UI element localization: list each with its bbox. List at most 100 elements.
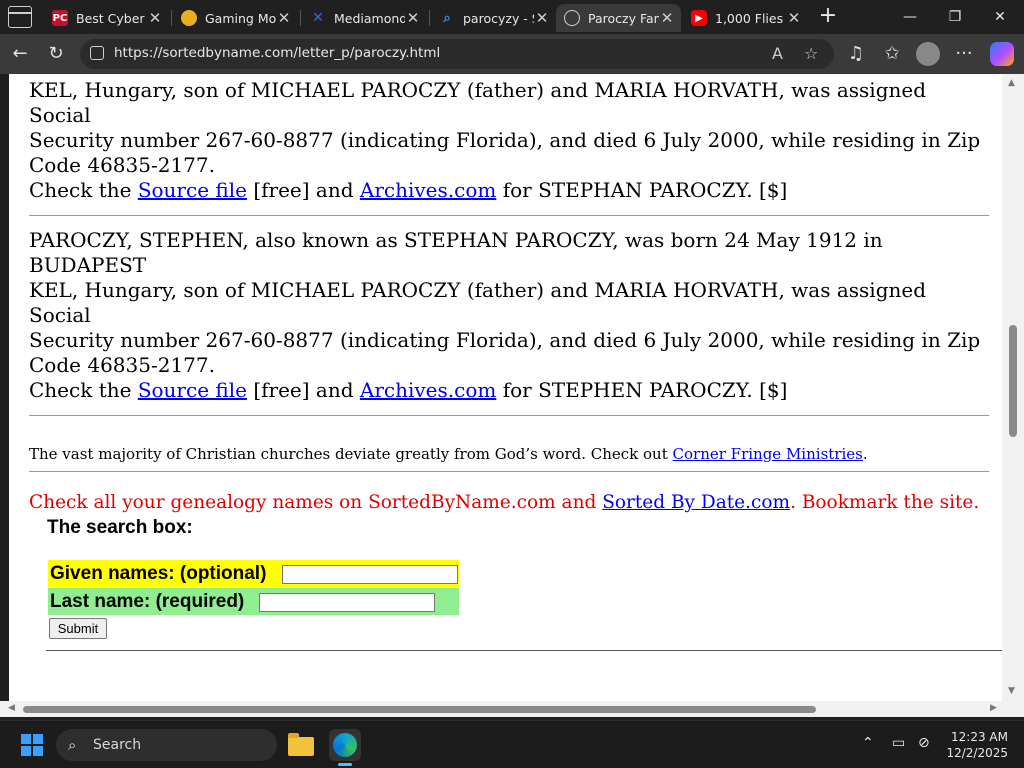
last-name-label: Last name: (required) (50, 591, 245, 612)
given-names-label: Given names: (optional) (50, 563, 267, 584)
back-button[interactable]: ← (8, 42, 32, 66)
restore-button[interactable]: ❐ (933, 4, 977, 30)
entry-stephen: PAROCZY, STEPHEN, also known as STEPHAN … (29, 228, 989, 403)
promo-prefix: Check all your genealogy names on Sorted… (29, 492, 603, 513)
close-icon[interactable]: ✕ (786, 9, 802, 27)
start-button[interactable] (21, 734, 43, 756)
corner-fringe-link[interactable]: Corner Fringe Ministries (673, 445, 863, 463)
tab-strip: PC Best Cyber M ✕ Gaming Mou ✕ ✕ Mediamo… (0, 0, 1024, 34)
close-icon[interactable]: ✕ (534, 9, 550, 27)
for-name-text: for STEPHAN PAROCZY. [$] (496, 178, 788, 202)
free-and-text: [free] and (246, 378, 360, 402)
web-page: KEL, Hungary, son of MICHAEL PAROCZY (fa… (9, 74, 1002, 701)
tab-paroczy-search[interactable]: ⌕ parocyzy - S ✕ (431, 4, 556, 32)
entry-line: KEL, Hungary, son of MICHAEL PAROCZY (fa… (29, 78, 927, 127)
copilot-icon[interactable] (990, 42, 1014, 66)
sorted-by-date-link[interactable]: Sorted By Date.com (602, 492, 790, 513)
favorite-star-icon[interactable]: ☆ (804, 44, 818, 63)
scroll-up-icon[interactable]: ▲ (1008, 78, 1015, 88)
close-icon[interactable]: ✕ (276, 9, 292, 27)
profile-avatar[interactable] (916, 42, 940, 66)
scroll-right-icon[interactable]: ▶ (990, 703, 997, 713)
close-icon[interactable]: ✕ (659, 9, 675, 27)
for-name-text: for STEPHEN PAROCZY. [$] (496, 378, 788, 402)
taskbar: ⌕ Search ⌃ ▭ ⊘ 12:23 AM 12/2/2025 (0, 720, 1024, 768)
favorites-icon[interactable]: ✩ (880, 42, 904, 66)
new-tab-button[interactable]: + (816, 4, 840, 30)
search-box-heading: The search box: (47, 517, 193, 538)
scrollbar-corner (1002, 701, 1024, 717)
promo-text: Check all your genealogy names on Sorted… (29, 491, 989, 515)
tab-actions-icon[interactable] (8, 6, 32, 28)
search-icon: ⌕ (443, 10, 451, 26)
divider (46, 650, 1002, 651)
reload-button[interactable]: ↻ (44, 42, 68, 66)
entry-check-line: Check the Source file [free] and Archive… (29, 378, 989, 403)
promo-end: . Bookmark the site. (790, 492, 980, 513)
check-prefix: Check the (29, 378, 138, 402)
entry-line: Code 46835-2177. (29, 153, 215, 177)
source-file-link[interactable]: Source file (138, 178, 247, 202)
entry-stephan: KEL, Hungary, son of MICHAEL PAROCZY (fa… (29, 78, 989, 203)
network-icon[interactable]: ⊘ (918, 735, 930, 751)
divider (29, 415, 989, 416)
horizontal-scrollbar[interactable]: ◀ ▶ (0, 701, 1002, 717)
divider (29, 215, 989, 216)
last-name-input[interactable] (259, 593, 435, 612)
tab-title: parocyzy - S (463, 10, 534, 26)
tab-title: Mediamond (334, 10, 405, 26)
tab-paroczy-family[interactable]: Paroczy Fam ✕ (556, 4, 681, 32)
given-names-input[interactable] (282, 565, 458, 584)
free-and-text: [free] and (246, 178, 360, 202)
scroll-left-icon[interactable]: ◀ (8, 703, 15, 713)
extensions-icon[interactable]: ♫ (844, 42, 868, 66)
entry-line: Security number 267-60-8877 (indicating … (29, 128, 981, 152)
search-icon: ⌕ (68, 736, 77, 754)
given-names-row: Given names: (optional) (48, 560, 459, 587)
church-notice: The vast majority of Christian churches … (29, 444, 989, 464)
tab-flies-video[interactable]: ▶ 1,000 Flies v ✕ (683, 4, 808, 32)
system-clock[interactable]: 12:23 AM 12/2/2025 (944, 729, 1008, 761)
pc-icon: PC (52, 10, 68, 26)
close-icon[interactable]: ✕ (147, 9, 163, 27)
archives-link[interactable]: Archives.com (360, 178, 496, 202)
tab-best-cyber[interactable]: PC Best Cyber M ✕ (44, 4, 169, 32)
tab-gaming[interactable]: Gaming Mou ✕ (173, 4, 298, 32)
last-name-row: Last name: (required) (48, 588, 459, 615)
close-window-button[interactable]: ✕ (978, 4, 1022, 30)
mediamond-icon: ✕ (312, 10, 324, 26)
page-content: KEL, Hungary, son of MICHAEL PAROCZY (fa… (29, 78, 989, 515)
site-info-icon[interactable] (90, 46, 104, 60)
source-file-link[interactable]: Source file (138, 378, 247, 402)
close-icon[interactable]: ✕ (405, 9, 421, 27)
vertical-scroll-thumb[interactable] (1009, 325, 1017, 437)
entry-line: Security number 267-60-8877 (indicating … (29, 328, 981, 352)
archives-link[interactable]: Archives.com (360, 378, 496, 402)
entry-line: Code 46835-2177. (29, 353, 215, 377)
chevron-up-icon[interactable]: ⌃ (862, 735, 874, 751)
address-bar[interactable]: https://sortedbyname.com/letter_p/parocz… (80, 39, 834, 69)
minimize-button[interactable]: — (888, 4, 932, 30)
more-menu-button[interactable]: ··· (952, 42, 976, 66)
tab-title: Gaming Mou (205, 10, 276, 26)
taskbar-search[interactable]: ⌕ Search (56, 729, 277, 761)
vertical-scrollbar[interactable]: ▲ ▼ (1002, 74, 1024, 701)
notice-text: The vast majority of Christian churches … (29, 445, 673, 463)
submit-button[interactable]: Submit (49, 618, 107, 639)
entry-check-line: Check the Source file [free] and Archive… (29, 178, 989, 203)
tab-title: Best Cyber M (76, 10, 147, 26)
scroll-down-icon[interactable]: ▼ (1008, 686, 1015, 696)
display-icon[interactable]: ▭ (892, 735, 905, 751)
tab-title: Paroczy Fam (588, 10, 659, 26)
check-prefix: Check the (29, 178, 138, 202)
url-text[interactable]: https://sortedbyname.com/letter_p/parocz… (114, 45, 440, 61)
tab-title: 1,000 Flies v (715, 10, 786, 26)
edge-app-icon[interactable] (329, 729, 361, 766)
notice-end: . (862, 445, 868, 463)
read-aloud-icon[interactable]: A (772, 44, 783, 63)
globe-icon (564, 10, 580, 26)
file-explorer-icon[interactable] (285, 729, 317, 761)
divider (29, 471, 989, 472)
horizontal-scroll-thumb[interactable] (23, 706, 816, 713)
tab-mediamond[interactable]: ✕ Mediamond ✕ (302, 4, 427, 32)
